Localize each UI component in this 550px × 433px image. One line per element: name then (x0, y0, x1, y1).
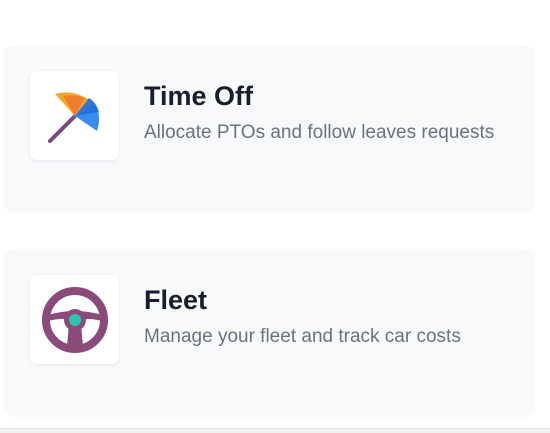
card-description: Allocate PTOs and follow leaves requests (144, 122, 495, 143)
card-title: Fleet (144, 285, 208, 315)
fleet-text: Fleet Manage your fleet and track car co… (144, 283, 504, 352)
umbrella-icon (47, 91, 99, 143)
time-off-text: Time Off Allocate PTOs and follow leaves… (144, 79, 504, 148)
fleet-card[interactable]: Fleet Manage your fleet and track car co… (4, 249, 535, 417)
time-off-icon-tile (30, 71, 119, 160)
card-title: Time Off (144, 81, 254, 111)
time-off-card[interactable]: Time Off Allocate PTOs and follow leaves… (4, 45, 535, 213)
bottom-divider (0, 428, 550, 433)
fleet-icon-tile (30, 275, 119, 364)
steering-wheel-icon (41, 286, 108, 353)
card-description: Manage your fleet and track car costs (144, 326, 461, 347)
